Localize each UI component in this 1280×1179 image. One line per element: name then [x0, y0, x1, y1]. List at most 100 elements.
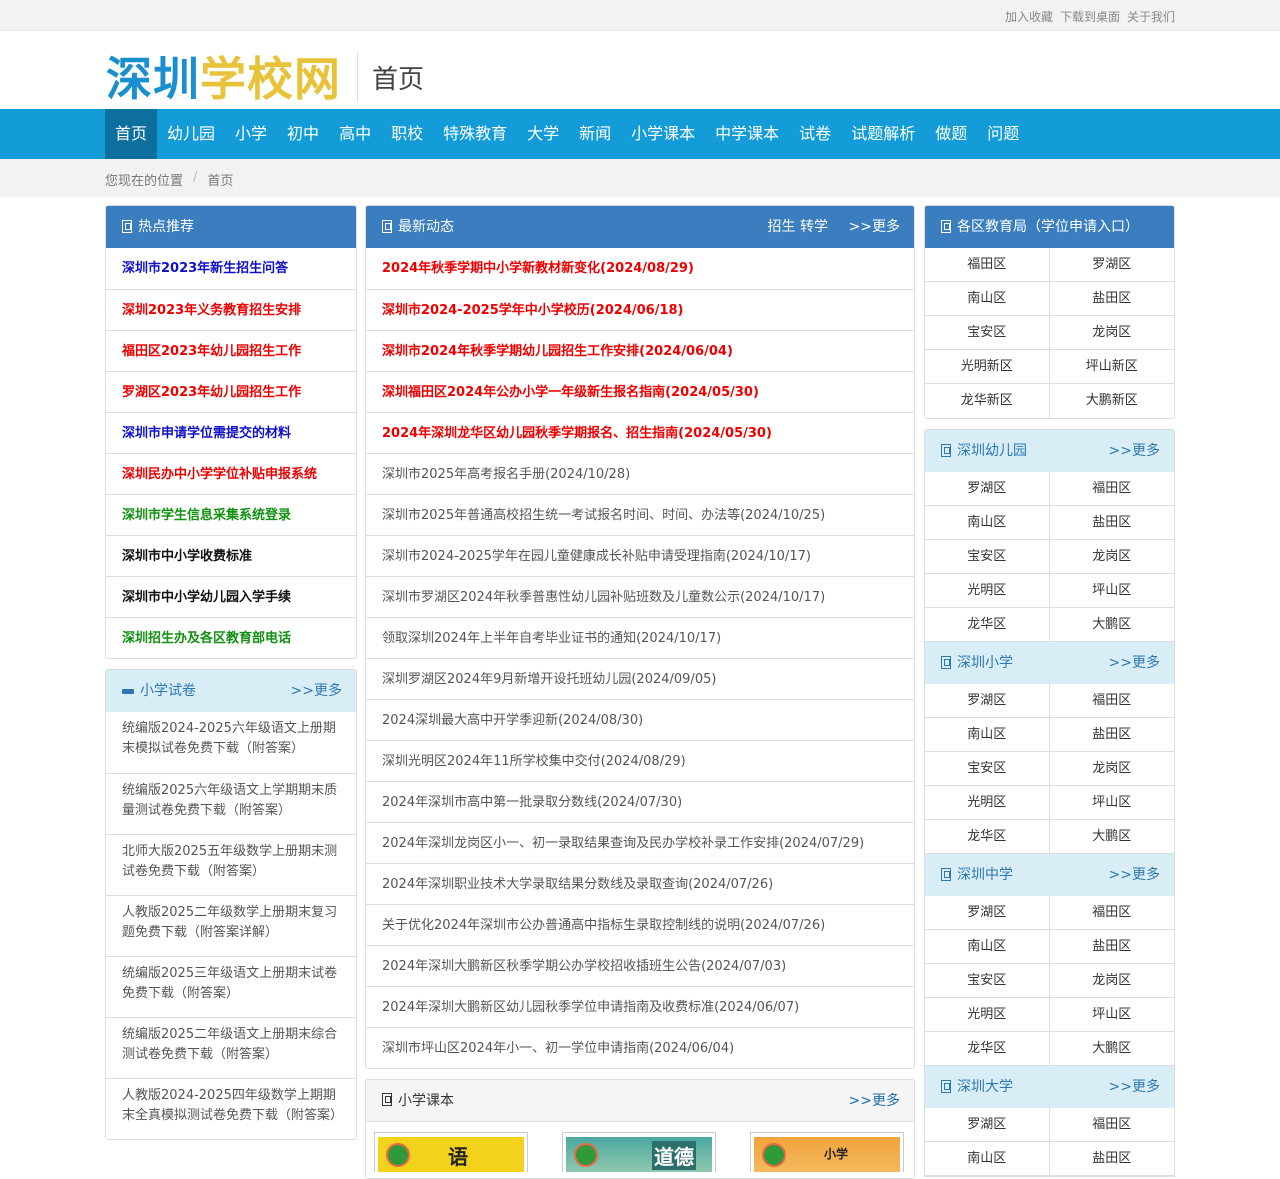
news-item[interactable]: 深圳市2024-2025学年在园儿童健康成长补贴申请受理指南(2024/10/1…	[366, 535, 914, 576]
news-item[interactable]: 深圳光明区2024年11所学校集中交付(2024/08/29)	[366, 740, 914, 781]
district-link[interactable]: 龙岗区	[1049, 752, 1174, 786]
district-link[interactable]: 龙华区	[925, 608, 1050, 642]
district-link[interactable]: 盐田区	[1049, 930, 1174, 964]
news-item[interactable]: 2024年秋季学期中小学新教材新变化(2024/08/29)	[366, 248, 914, 289]
paper-item[interactable]: 人教版2025二年级数学上册期末复习题免费下载（附答案详解）	[106, 895, 356, 956]
nav-item[interactable]: 职校	[381, 109, 433, 159]
textbook-cover[interactable]: 小学	[750, 1132, 904, 1172]
news-item[interactable]: 2024深圳最大高中开学季迎新(2024/08/30)	[366, 699, 914, 740]
news-item[interactable]: 2024年深圳职业技术大学录取结果分数线及录取查询(2024/07/26)	[366, 863, 914, 904]
nav-item[interactable]: 问题	[977, 109, 1029, 159]
district-link[interactable]: 光明新区	[925, 350, 1050, 384]
district-link[interactable]: 福田区	[1049, 684, 1174, 718]
district-link[interactable]: 宝安区	[925, 752, 1050, 786]
news-more-link[interactable]: >>更多	[849, 206, 900, 248]
paper-item[interactable]: 人教版2024-2025四年级数学上期期末全真模拟测试卷免费下载（附答案）	[106, 1078, 356, 1139]
district-link[interactable]: 福田区	[1049, 1108, 1174, 1142]
district-link[interactable]: 南山区	[925, 1142, 1050, 1176]
nav-item[interactable]: 试卷	[789, 109, 841, 159]
district-link[interactable]: 坪山新区	[1049, 350, 1174, 384]
district-link[interactable]: 坪山区	[1049, 786, 1174, 820]
district-link[interactable]: 光明区	[925, 786, 1050, 820]
district-link[interactable]: 坪山区	[1049, 998, 1174, 1032]
middle-more-link[interactable]: >>更多	[1109, 854, 1160, 896]
hot-item[interactable]: 深圳市学生信息采集系统登录	[106, 494, 356, 535]
district-link[interactable]: 龙岗区	[1049, 964, 1174, 998]
news-item[interactable]: 领取深圳2024年上半年自考毕业证书的通知(2024/10/17)	[366, 617, 914, 658]
paper-item[interactable]: 统编版2024-2025六年级语文上册期末模拟试卷免费下载（附答案）	[106, 712, 356, 773]
news-item[interactable]: 深圳市坪山区2024年小一、初一学位申请指南(2024/06/04)	[366, 1027, 914, 1068]
district-link[interactable]: 大鹏新区	[1050, 384, 1175, 418]
district-link[interactable]: 罗湖区	[925, 1108, 1050, 1142]
download-desktop-link[interactable]: 下载到桌面	[1060, 8, 1120, 25]
nav-item[interactable]: 幼儿园	[157, 109, 225, 159]
textbook-more-link[interactable]: >>更多	[849, 1080, 900, 1122]
nav-item[interactable]: 试题解析	[841, 109, 925, 159]
nav-item[interactable]: 中学课本	[705, 109, 789, 159]
news-extra-link[interactable]: 招生 转学	[768, 206, 828, 248]
news-item[interactable]: 2024年深圳龙岗区小一、初一录取结果查询及民办学校补录工作安排(2024/07…	[366, 822, 914, 863]
nav-item[interactable]: 初中	[277, 109, 329, 159]
papers-more-link[interactable]: >>更多	[291, 670, 342, 712]
district-link[interactable]: 宝安区	[925, 540, 1050, 574]
news-item[interactable]: 深圳市2024-2025学年中小学校历(2024/06/18)	[366, 289, 914, 330]
district-link[interactable]: 福田区	[1049, 896, 1174, 930]
district-link[interactable]: 龙华区	[925, 1032, 1050, 1066]
nav-item[interactable]: 高中	[329, 109, 381, 159]
district-link[interactable]: 大鹏区	[1049, 820, 1174, 854]
district-link[interactable]: 龙岗区	[1049, 316, 1174, 350]
district-link[interactable]: 坪山区	[1049, 574, 1174, 608]
nav-item[interactable]: 首页	[105, 109, 158, 159]
news-item[interactable]: 深圳福田区2024年公办小学一年级新生报名指南(2024/05/30)	[366, 371, 914, 412]
paper-item[interactable]: 统编版2025三年级语文上册期末试卷免费下载（附答案）	[106, 956, 356, 1017]
primary-more-link[interactable]: >>更多	[1109, 642, 1160, 684]
nav-item[interactable]: 做题	[925, 109, 977, 159]
district-link[interactable]: 龙华新区	[925, 384, 1050, 418]
add-favorite-link[interactable]: 加入收藏	[1005, 8, 1053, 25]
district-link[interactable]: 光明区	[925, 574, 1050, 608]
district-link[interactable]: 罗湖区	[1049, 248, 1174, 282]
textbook-cover[interactable]: 语	[374, 1132, 528, 1172]
district-link[interactable]: 南山区	[925, 718, 1050, 752]
news-item[interactable]: 深圳市2024年秋季学期幼儿园招生工作安排(2024/06/04)	[366, 330, 914, 371]
hot-item[interactable]: 福田区2023年幼儿园招生工作	[106, 330, 356, 371]
hot-item[interactable]: 深圳市2023年新生招生问答	[106, 248, 356, 289]
nav-item[interactable]: 特殊教育	[433, 109, 517, 159]
news-item[interactable]: 关于优化2024年深圳市公办普通高中指标生录取控制线的说明(2024/07/26…	[366, 904, 914, 945]
nav-item[interactable]: 大学	[517, 109, 569, 159]
paper-item[interactable]: 统编版2025六年级语文上学期期末质量测试卷免费下载（附答案）	[106, 773, 356, 834]
district-link[interactable]: 福田区	[925, 248, 1050, 282]
district-link[interactable]: 龙岗区	[1049, 540, 1174, 574]
district-link[interactable]: 南山区	[925, 930, 1050, 964]
district-link[interactable]: 罗湖区	[925, 684, 1050, 718]
district-link[interactable]: 南山区	[925, 506, 1050, 540]
district-link[interactable]: 宝安区	[925, 964, 1050, 998]
news-item[interactable]: 2024年深圳龙华区幼儿园秋季学期报名、招生指南(2024/05/30)	[366, 412, 914, 453]
hot-item[interactable]: 深圳市中小学幼儿园入学手续	[106, 576, 356, 617]
district-link[interactable]: 宝安区	[925, 316, 1050, 350]
hot-item[interactable]: 深圳2023年义务教育招生安排	[106, 289, 356, 330]
district-link[interactable]: 盐田区	[1049, 718, 1174, 752]
hot-item[interactable]: 罗湖区2023年幼儿园招生工作	[106, 371, 356, 412]
news-item[interactable]: 深圳市2025年普通高校招生统一考试报名时间、时间、办法等(2024/10/25…	[366, 494, 914, 535]
paper-item[interactable]: 统编版2025二年级语文上册期末综合测试卷免费下载（附答案）	[106, 1017, 356, 1078]
district-link[interactable]: 光明区	[925, 998, 1050, 1032]
kinder-more-link[interactable]: >>更多	[1109, 430, 1160, 472]
hot-item[interactable]: 深圳市申请学位需提交的材料	[106, 412, 356, 453]
news-item[interactable]: 2024年深圳市高中第一批录取分数线(2024/07/30)	[366, 781, 914, 822]
textbook-cover[interactable]: 道德	[562, 1132, 716, 1172]
news-item[interactable]: 深圳市2025年高考报名手册(2024/10/28)	[366, 453, 914, 494]
paper-item[interactable]: 北师大版2025五年级数学上册期末测试卷免费下载（附答案）	[106, 834, 356, 895]
district-link[interactable]: 南山区	[925, 282, 1050, 316]
site-logo[interactable]: 深圳学校网	[106, 51, 341, 107]
nav-item[interactable]: 小学	[225, 109, 277, 159]
news-item[interactable]: 深圳市罗湖区2024年秋季普惠性幼儿园补贴班数及儿童数公示(2024/10/17…	[366, 576, 914, 617]
district-link[interactable]: 大鹏区	[1049, 1032, 1174, 1066]
news-item[interactable]: 2024年深圳大鹏新区幼儿园秋季学位申请指南及收费标准(2024/06/07)	[366, 986, 914, 1027]
news-item[interactable]: 深圳罗湖区2024年9月新增开设托班幼儿园(2024/09/05)	[366, 658, 914, 699]
univ-more-link[interactable]: >>更多	[1109, 1066, 1160, 1108]
hot-item[interactable]: 深圳市中小学收费标准	[106, 535, 356, 576]
nav-item[interactable]: 新闻	[569, 109, 621, 159]
nav-item[interactable]: 小学课本	[621, 109, 705, 159]
about-us-link[interactable]: 关于我们	[1127, 8, 1175, 25]
